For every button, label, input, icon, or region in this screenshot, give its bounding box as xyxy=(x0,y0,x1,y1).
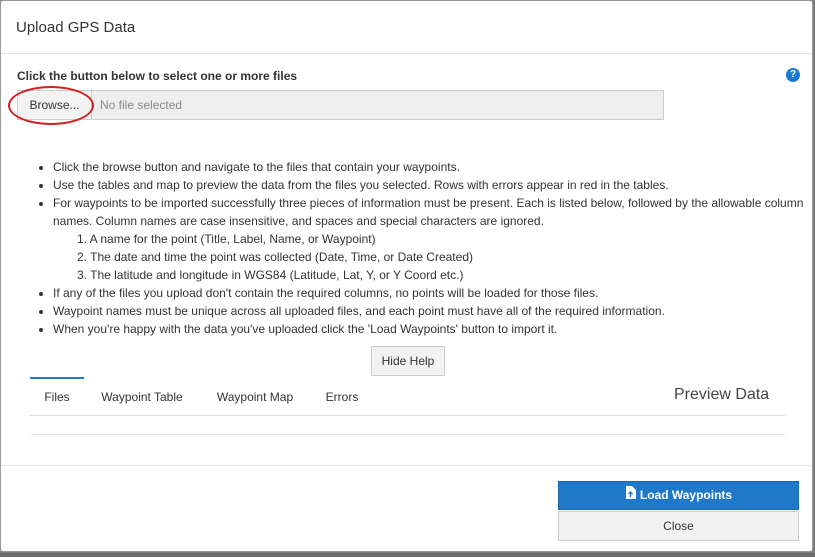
load-waypoints-button[interactable]: Load Waypoints xyxy=(558,481,799,510)
close-button[interactable]: Close xyxy=(558,511,799,541)
help-item: Waypoint names must be unique across all… xyxy=(53,302,815,320)
tab-errors[interactable]: Errors xyxy=(315,377,369,415)
dialog-title: Upload GPS Data xyxy=(16,19,136,36)
preview-data-title: Preview Data xyxy=(674,386,770,403)
upload-gps-dialog: Upload GPS Data Click the button below t… xyxy=(0,0,813,552)
file-input[interactable]: Browse... No file selected xyxy=(17,90,664,120)
file-status-text: No file selected xyxy=(100,98,183,112)
preview-tabs: Files Waypoint Table Waypoint Map Errors xyxy=(30,377,785,416)
question-circle-icon[interactable]: ? xyxy=(786,68,800,82)
required-fields-list: 1. A name for the point (Title, Label, N… xyxy=(53,230,815,284)
help-item: Use the tables and map to preview the da… xyxy=(53,176,815,194)
help-item: For waypoints to be imported successfull… xyxy=(53,194,815,284)
help-item: When you're happy with the data you've u… xyxy=(53,320,815,338)
load-waypoints-label: Load Waypoints xyxy=(639,488,733,502)
required-field-item: 3. The latitude and longitude in WGS84 (… xyxy=(77,268,464,282)
dialog-header: Upload GPS Data xyxy=(1,1,812,54)
required-field-item: 2. The date and time the point was colle… xyxy=(77,250,473,264)
file-select-instruction: Click the button below to select one or … xyxy=(17,69,298,83)
browse-button[interactable]: Browse... xyxy=(18,91,92,119)
tab-waypoint-table[interactable]: Waypoint Table xyxy=(90,377,194,415)
page-backdrop xyxy=(0,553,815,557)
required-field-item: 1. A name for the point (Title, Label, N… xyxy=(77,232,376,246)
dialog-footer-divider xyxy=(1,465,812,466)
tab-waypoint-map[interactable]: Waypoint Map xyxy=(205,377,305,415)
upload-file-icon xyxy=(625,482,636,509)
help-item: If any of the files you upload don't con… xyxy=(53,284,815,302)
help-item-text: For waypoints to be imported successfull… xyxy=(53,196,804,228)
tab-files[interactable]: Files xyxy=(30,377,84,415)
help-list: Click the browse button and navigate to … xyxy=(35,158,815,338)
tab-content-panel xyxy=(30,416,785,435)
hide-help-button[interactable]: Hide Help xyxy=(371,346,445,376)
help-item: Click the browse button and navigate to … xyxy=(53,158,815,176)
